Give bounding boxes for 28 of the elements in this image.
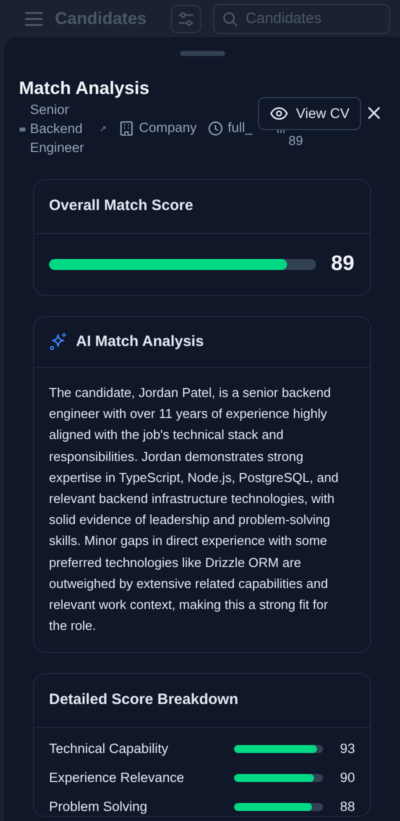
overall-score: 89: [331, 251, 354, 278]
company-name: Company: [139, 119, 197, 138]
match-score: 89: [288, 133, 304, 149]
building-icon: [120, 121, 133, 136]
analysis-text: The candidate, Jordan Patel, is a senior backend engineer with over 11 years of experience highly aligned with the job's technical stack and responsibilities. Jordan demonstrates strong expertise in TypeScript, Node.js, PostgreSQL, and relevant backend infrastructure technologies, with solid evidence of leadership and problem-solving skills. Minor gaps in direct experience with some preferred technologies like Drizzle ORM are outweighed by extensive related capabilities and relevant work context, making this a strong fit for the role.: [48, 384, 340, 636]
sparkle-icon: [49, 332, 68, 352]
menu-icon[interactable]: [25, 12, 43, 26]
job-title: Senior Backend Engineer: [30, 101, 86, 157]
card-title: Overall Match Score: [34, 180, 370, 234]
close-icon[interactable]: [368, 107, 380, 119]
sliders-icon: [178, 12, 194, 26]
score-label: Technical Capability: [49, 740, 170, 758]
view-cv-button[interactable]: View CV: [258, 97, 362, 130]
clock-icon: [208, 121, 223, 136]
filter-button[interactable]: [170, 4, 201, 32]
employment-type: full_: [228, 119, 253, 138]
score-value: 88: [340, 798, 355, 816]
sheet-title: Match Analysis: [19, 77, 150, 100]
score-value: 90: [340, 768, 355, 787]
score-label: Problem Solving: [49, 798, 148, 816]
card-title: AI Match Analysis: [76, 332, 204, 352]
score-value: 93: [340, 740, 355, 758]
search-icon: [222, 10, 238, 26]
eye-icon: [270, 107, 288, 120]
drag-handle[interactable]: [180, 51, 224, 56]
score-label: Experience Relevance: [49, 768, 186, 787]
card-title: Detailed Score Breakdown: [34, 674, 370, 728]
link-icon[interactable]: [100, 126, 106, 132]
